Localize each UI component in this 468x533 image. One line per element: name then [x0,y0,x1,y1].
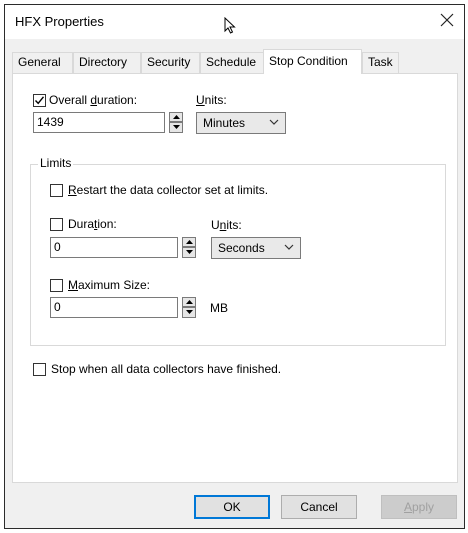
spin-down-button[interactable] [182,247,196,258]
overall-units-label: Units: [196,93,227,107]
max-size-unit: MB [210,301,228,315]
arrow-up-icon [186,300,193,304]
window-title: HFX Properties [15,14,104,29]
stop-when-finished-label: Stop when all data collectors have finis… [51,362,282,376]
stop-condition-panel: Overall duration: 1439 Units: Minutes Li… [12,73,458,483]
restart-label: Restart the data collector set at limits… [68,183,269,197]
tab-strip: General Directory Security Schedule Stop… [12,49,457,74]
properties-dialog: HFX Properties General Directory Securit… [4,4,465,529]
arrow-up-icon [186,240,193,244]
title-bar[interactable]: HFX Properties [5,5,464,39]
tab-security[interactable]: Security [141,52,200,73]
duration-spinner[interactable] [182,237,196,258]
duration-units-value: Seconds [218,241,265,255]
ok-button[interactable]: OK [194,495,270,519]
tab-schedule[interactable]: Schedule [200,52,265,73]
duration-units-label: Units: [211,218,242,232]
duration-input[interactable]: 0 [50,237,178,258]
arrow-down-icon [186,310,193,314]
overall-units-select[interactable]: Minutes [196,112,286,134]
limits-group-label: Limits [38,156,74,170]
overall-duration-input[interactable]: 1439 [33,112,165,133]
checkmark-icon [34,96,45,105]
duration-label: Duration: [68,217,117,231]
arrow-up-icon [173,115,180,119]
stop-when-finished-checkbox[interactable] [33,363,46,376]
max-size-label: Maximum Size: [68,278,151,292]
max-size-checkbox[interactable] [50,279,63,292]
mouse-cursor-icon [224,16,236,37]
chevron-down-icon [269,119,279,125]
arrow-down-icon [173,125,180,129]
max-size-spinner[interactable] [182,297,196,318]
restart-checkbox[interactable] [50,184,63,197]
duration-checkbox[interactable] [50,218,63,231]
tab-general[interactable]: General [12,52,73,73]
overall-units-value: Minutes [203,116,246,130]
tab-stop-condition[interactable]: Stop Condition [263,49,362,74]
spin-up-button[interactable] [169,112,183,122]
spin-up-button[interactable] [182,237,196,247]
cancel-button[interactable]: Cancel [281,495,357,519]
tab-directory[interactable]: Directory [73,52,141,73]
duration-units-select[interactable]: Seconds [211,237,301,259]
apply-button[interactable]: Apply [381,495,457,519]
spin-down-button[interactable] [182,307,196,318]
overall-duration-spinner[interactable] [169,112,183,133]
spin-down-button[interactable] [169,122,183,133]
spin-up-button[interactable] [182,297,196,307]
tab-task[interactable]: Task [362,52,399,73]
overall-duration-label: Overall duration: [49,93,138,107]
overall-duration-checkbox[interactable] [33,94,46,107]
arrow-down-icon [186,250,193,254]
chevron-down-icon [284,244,294,250]
close-icon[interactable] [436,10,458,32]
max-size-input[interactable]: 0 [50,297,178,318]
